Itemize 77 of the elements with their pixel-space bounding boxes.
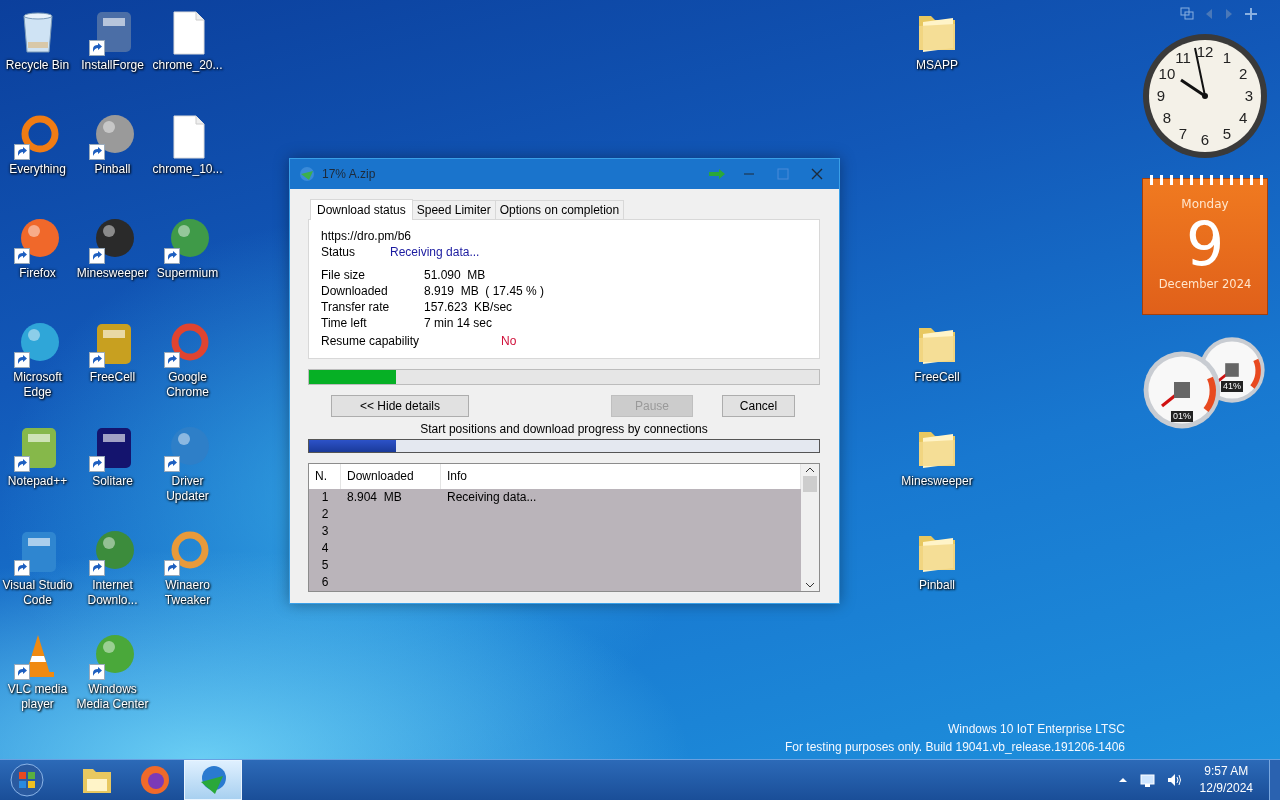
start-orb-icon — [9, 762, 45, 798]
taskbar-button[interactable] — [184, 760, 242, 800]
globe-icon — [298, 165, 316, 183]
column-header[interactable]: N. — [309, 464, 341, 489]
time-text: 9:57 AM — [1204, 763, 1249, 780]
table-cell-text: 3 — [320, 523, 330, 540]
tab[interactable]: Options on completion — [494, 200, 625, 219]
field-label: Status — [321, 244, 357, 260]
field-value: Receiving data... — [390, 244, 480, 260]
weekday-text: Monday — [1181, 197, 1229, 211]
icon-label: Everything — [8, 162, 67, 177]
dialog-button[interactable]: << Hide details — [331, 395, 469, 417]
field-label: Transfer rate — [321, 299, 391, 315]
table-cell-text: 4 — [320, 540, 330, 557]
scrollbar[interactable] — [801, 464, 819, 591]
day-number: 9 — [1185, 211, 1225, 277]
field-label: File size — [321, 267, 366, 283]
url-text: https://dro.pm/b6 — [321, 228, 413, 244]
icon-label: Recycle Bin — [4, 58, 71, 73]
icon-label: InstallForge — [80, 58, 145, 73]
icon-label: chrome_20... — [151, 58, 224, 73]
field-value: 157.623 KB/sec — [424, 299, 513, 315]
icon-label: Firefox — [18, 266, 57, 281]
date-text: 12/9/2024 — [1199, 780, 1253, 797]
chevron-up-icon[interactable] — [1117, 775, 1128, 785]
table-cell-text: 1 — [320, 489, 330, 506]
icon-label: Pinball — [93, 162, 132, 177]
field-value: 8.919 MB ( 17.45 % ) — [424, 283, 545, 299]
table-cell-text: 8.904 MB — [346, 489, 403, 506]
network-icon[interactable] — [1137, 772, 1156, 788]
meter-dial-icon — [1142, 350, 1222, 430]
add-icon[interactable] — [1244, 7, 1258, 21]
icon-label: Internet Downlo... — [86, 578, 139, 608]
icon-label: Solitare — [91, 474, 134, 489]
icon-label: FreeCell — [913, 370, 961, 385]
field-label: Time left — [321, 315, 368, 331]
field-value: 51.090 MB — [424, 267, 486, 283]
column-header[interactable]: Downloaded — [341, 464, 441, 489]
icon-label: Google Chrome — [165, 370, 210, 400]
icon-label: FreeCell — [88, 370, 137, 385]
field-label: Resume capability — [321, 333, 421, 349]
icon-label: chrome_10... — [151, 162, 224, 177]
field-value: No — [501, 333, 517, 349]
tab[interactable]: Speed Limiter — [411, 200, 496, 219]
field-label: Downloaded — [321, 283, 389, 299]
tab[interactable]: Download status — [310, 199, 413, 220]
connections-caption: Start positions and download progress by connections — [419, 422, 709, 436]
window-title: 17% A.zip — [322, 167, 377, 181]
icon-label: Minesweeper — [75, 266, 150, 281]
icon-label: Windows Media Center — [75, 682, 150, 712]
icon-label: Visual Studio Code — [1, 578, 74, 608]
icon-label: Minesweeper — [900, 474, 974, 489]
volume-icon[interactable] — [1165, 772, 1184, 788]
firefox-icon — [139, 764, 171, 796]
table-cell-text: Receiving data... — [446, 489, 538, 506]
meter-reading: 41% — [1221, 381, 1243, 392]
icon-label: Pinball — [918, 578, 956, 593]
month-year-text: December 2024 — [1158, 277, 1252, 291]
icon-label: Supermium — [155, 266, 220, 281]
taskbar-clock[interactable]: 9:57 AM 12/9/2024 — [1199, 763, 1253, 797]
icon-label: Notepad++ — [6, 474, 69, 489]
os-notice-text: Windows 10 IoT Enterprise LTSC — [948, 721, 1125, 738]
meter-reading: 01% — [1171, 411, 1193, 422]
table-cell-text: 2 — [320, 506, 330, 523]
analog-clock-drawing: 11 12 1 10 2 9 3 8 4 7 6 5 — [1141, 32, 1269, 160]
dialog-button[interactable]: Cancel — [722, 395, 795, 417]
icon-label: Winaero Tweaker — [163, 578, 212, 608]
table-cell-text: 6 — [320, 574, 330, 591]
scroll-thumb[interactable] — [803, 476, 817, 492]
icon-label: Driver Updater — [165, 474, 210, 504]
icon-label: VLC media player — [6, 682, 69, 712]
table-cell-text: 5 — [320, 557, 330, 574]
field-value: 7 min 14 sec — [424, 315, 493, 331]
os-notice-text: For testing purposes only. Build 19041.vb_release.191206-1406 — [785, 739, 1125, 756]
spiral-binding-icon — [1147, 175, 1265, 185]
icon-label: MSAPP — [915, 58, 959, 73]
icon-label: Microsoft Edge — [12, 370, 63, 400]
